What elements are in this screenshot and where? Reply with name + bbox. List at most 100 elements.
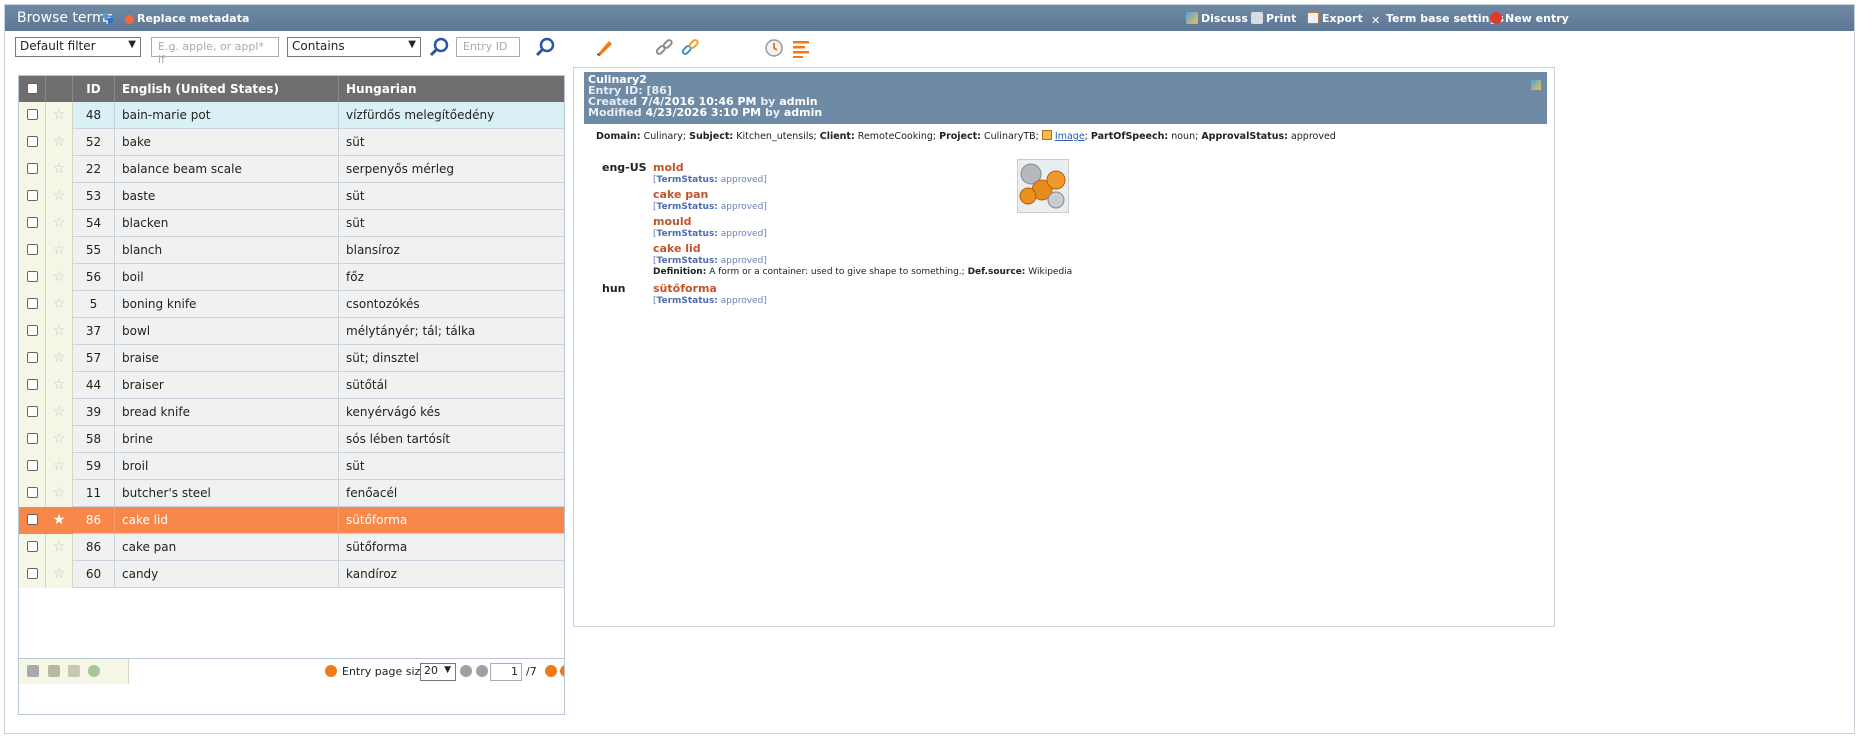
term-name[interactable]: cake lid xyxy=(653,242,701,255)
next-page-icon[interactable] xyxy=(545,665,557,677)
first-page-icon[interactable] xyxy=(460,665,472,677)
star-icon[interactable]: ☆ xyxy=(46,372,73,399)
page-size-select[interactable]: 20 ▼ xyxy=(420,663,456,681)
entry-image[interactable] xyxy=(1017,159,1069,213)
row-checkbox[interactable] xyxy=(19,480,46,507)
edit-pencil-icon[interactable] xyxy=(593,37,615,59)
approve-icon[interactable] xyxy=(88,665,100,677)
entry-discuss-icon[interactable] xyxy=(1531,80,1541,90)
table-row[interactable]: ☆ 37 bowl mélytányér; tál; tálka xyxy=(19,318,564,345)
table-row[interactable]: ☆ 57 braise süt; dinsztel xyxy=(19,345,564,372)
row-checkbox[interactable] xyxy=(19,345,46,372)
table-row[interactable]: ☆ 54 blacken süt xyxy=(19,210,564,237)
row-checkbox[interactable] xyxy=(19,399,46,426)
page-number-input[interactable]: 1 xyxy=(490,663,522,681)
prev-page-icon[interactable] xyxy=(476,665,488,677)
table-row[interactable]: ☆ 22 balance beam scale serpenyős mérleg xyxy=(19,156,564,183)
row-checkbox[interactable] xyxy=(19,237,46,264)
row-checkbox[interactable] xyxy=(19,264,46,291)
table-row[interactable]: ☆ 53 baste süt xyxy=(19,183,564,210)
print-button[interactable]: Print xyxy=(1251,12,1296,25)
row-id: 37 xyxy=(73,318,115,345)
term-base-settings-button[interactable]: ✕ Term base settings xyxy=(1371,12,1504,27)
row-checkbox[interactable] xyxy=(19,156,46,183)
image-link[interactable]: Image xyxy=(1055,131,1085,142)
star-icon[interactable]: ☆ xyxy=(46,237,73,264)
row-checkbox[interactable] xyxy=(19,534,46,561)
table-row[interactable]: ☆ 39 bread knife kenyérvágó kés xyxy=(19,399,564,426)
star-icon[interactable]: ☆ xyxy=(46,318,73,345)
export-button[interactable]: Export xyxy=(1307,12,1363,25)
table-row[interactable]: ☆ 56 boil főz xyxy=(19,264,564,291)
select-all-checkbox[interactable] xyxy=(19,76,46,102)
scrollbar[interactable] xyxy=(564,93,565,653)
star-icon[interactable]: ☆ xyxy=(46,453,73,480)
row-checkbox[interactable] xyxy=(19,210,46,237)
table-row[interactable]: ☆ 60 candy kandíroz xyxy=(19,561,564,588)
star-icon[interactable]: ☆ xyxy=(46,102,73,129)
table-row[interactable]: ☆ 11 butcher's steel fenőacél xyxy=(19,480,564,507)
id-column-header[interactable]: ID xyxy=(73,76,115,102)
refresh-page-icon[interactable] xyxy=(325,665,337,677)
row-checkbox[interactable] xyxy=(19,183,46,210)
star-icon[interactable]: ☆ xyxy=(46,129,73,156)
star-icon[interactable]: ☆ xyxy=(46,156,73,183)
table-row[interactable]: ☆ 59 broil süt xyxy=(19,453,564,480)
table-row[interactable]: ☆ 55 blanch blansíroz xyxy=(19,237,564,264)
star-icon[interactable]: ☆ xyxy=(46,426,73,453)
search-icon[interactable] xyxy=(429,37,451,59)
history-clock-icon[interactable] xyxy=(763,37,785,59)
term-name[interactable]: mould xyxy=(653,215,692,228)
star-icon[interactable]: ☆ xyxy=(46,264,73,291)
star-icon[interactable]: ☆ xyxy=(46,345,73,372)
star-icon[interactable]: ☆ xyxy=(46,561,73,588)
star-icon[interactable]: ☆ xyxy=(46,183,73,210)
link-icon[interactable] xyxy=(653,37,675,59)
term-name[interactable]: sütőforma xyxy=(653,282,717,295)
star-icon[interactable]: ★ xyxy=(46,507,73,534)
table-row[interactable]: ☆ 52 bake süt xyxy=(19,129,564,156)
row-checkbox[interactable] xyxy=(19,291,46,318)
match-type-select[interactable]: Contains ▼ xyxy=(287,37,421,57)
row-checkbox[interactable] xyxy=(19,129,46,156)
row-checkbox[interactable] xyxy=(19,102,46,129)
search-input[interactable]: E.g. apple, or appl* if xyxy=(151,37,279,66)
row-checkbox[interactable] xyxy=(19,561,46,588)
row-checkbox[interactable] xyxy=(19,507,46,534)
row-checkbox[interactable] xyxy=(19,426,46,453)
star-icon[interactable]: ☆ xyxy=(46,399,73,426)
row-checkbox[interactable] xyxy=(19,372,46,399)
search-id-icon[interactable] xyxy=(535,37,557,59)
last-page-icon[interactable] xyxy=(560,665,564,677)
filter-select[interactable]: Default filter ▼ xyxy=(15,37,141,57)
list-view-icon[interactable] xyxy=(790,37,812,59)
table-row[interactable]: ☆ 48 bain-marie pot vízfürdős melegítőedény xyxy=(19,102,564,129)
source-column-header[interactable]: English (United States) xyxy=(115,76,339,102)
row-checkbox[interactable] xyxy=(19,318,46,345)
table-row[interactable]: ☆ 44 braiser sütőtál xyxy=(19,372,564,399)
entry-id-input[interactable]: Entry ID xyxy=(456,37,520,57)
table-row[interactable]: ☆ 58 brine sós lében tartósít xyxy=(19,426,564,453)
replace-metadata-button[interactable]: Replace metadata xyxy=(125,12,249,25)
term-name[interactable]: cake pan xyxy=(653,188,708,201)
row-checkbox[interactable] xyxy=(19,453,46,480)
unlink-icon[interactable] xyxy=(679,37,701,59)
language-code: eng-US xyxy=(602,161,647,174)
refresh-icon[interactable] xyxy=(101,11,115,25)
term-name[interactable]: mold xyxy=(653,161,684,174)
star-icon[interactable]: ☆ xyxy=(46,210,73,237)
new-entry-button[interactable]: New entry xyxy=(1490,12,1569,25)
star-icon[interactable]: ☆ xyxy=(46,534,73,561)
table-row[interactable]: ★ 86 cake lid sütőforma xyxy=(19,507,564,534)
target-column-header[interactable]: Hungarian xyxy=(339,76,563,102)
delete-icon[interactable] xyxy=(27,665,39,677)
row-target-term: vízfürdős melegítőedény xyxy=(346,108,495,122)
table-row[interactable]: ☆ 5 boning knife csontozókés xyxy=(19,291,564,318)
table-row[interactable]: ☆ 86 cake pan sütőforma xyxy=(19,534,564,561)
star-icon[interactable]: ☆ xyxy=(46,291,73,318)
edit-selected-icon[interactable] xyxy=(48,665,60,677)
row-source-term: bake xyxy=(115,129,339,156)
tag-icon[interactable] xyxy=(68,665,80,677)
discuss-button[interactable]: Discuss xyxy=(1186,12,1248,25)
star-icon[interactable]: ☆ xyxy=(46,480,73,507)
